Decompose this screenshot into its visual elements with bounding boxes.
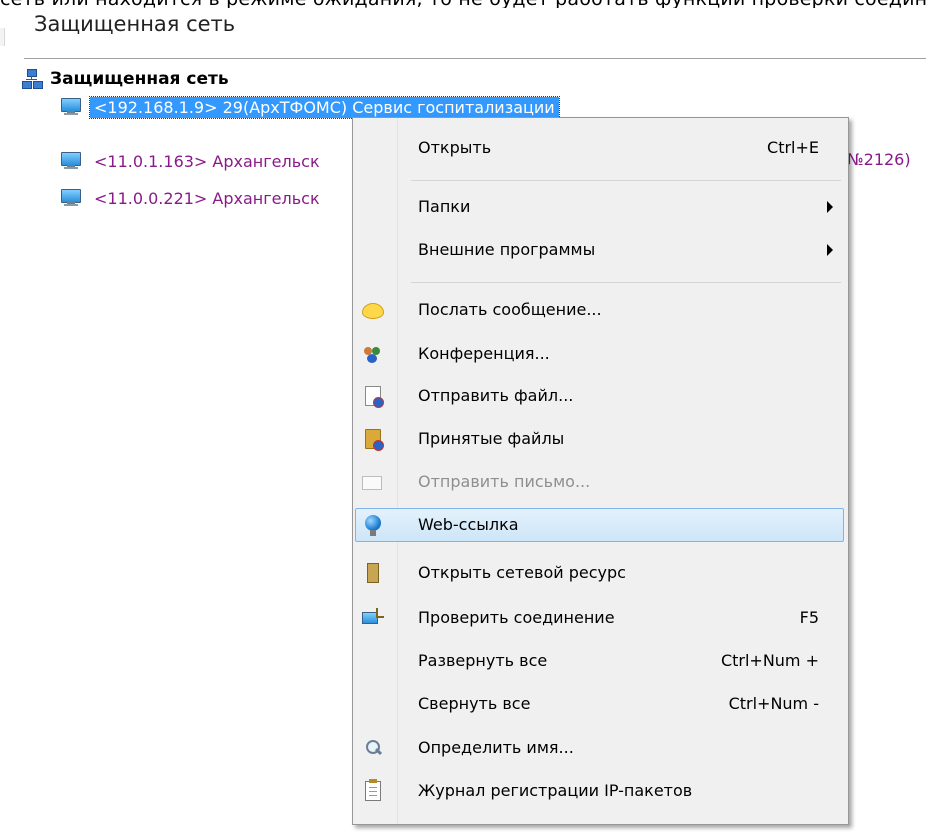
menu-item-label: Принятые файлы <box>418 429 565 448</box>
computer-icon <box>60 152 82 170</box>
menu-item-shortcut: Ctrl+E <box>767 138 819 157</box>
tree-item-label: <11.0.0.221> Архангельск <box>94 188 320 208</box>
menu-item-label: Папки <box>418 197 471 216</box>
submenu-arrow-icon <box>827 244 833 256</box>
menu-item-shortcut: Ctrl+Num - <box>728 694 819 713</box>
computer-icon <box>60 98 82 116</box>
menu-item-open-network-resource[interactable]: Открыть сетевой ресурс <box>356 557 841 589</box>
menu-item-web-link[interactable]: Web-ссылка <box>355 508 844 542</box>
send-file-icon <box>365 386 384 408</box>
received-files-icon <box>365 429 384 451</box>
pane-divider <box>24 58 926 59</box>
menu-item-label: Открыть сетевой ресурс <box>418 563 626 582</box>
menu-item-ip-packet-log[interactable]: Журнал регистрации IP-пакетов <box>356 775 841 807</box>
menu-item-open[interactable]: Открыть Ctrl+E <box>356 132 841 164</box>
left-panel-edge <box>0 28 5 46</box>
menu-item-label: Отправить файл... <box>418 386 574 405</box>
tree-item-peek-text: №2126) <box>847 150 911 169</box>
people-icon <box>362 344 384 364</box>
menu-item-collapse-all[interactable]: Свернуть все Ctrl+Num - <box>356 688 841 720</box>
menu-item-label: Отправить письмо... <box>418 472 591 491</box>
menu-item-label: Проверить соединение <box>418 608 615 627</box>
menu-separator <box>411 282 841 283</box>
menu-item-label: Свернуть все <box>418 694 531 713</box>
network-icon <box>22 69 43 89</box>
mail-icon <box>362 476 382 490</box>
tree-item-192-168-1-9[interactable]: <192.168.1.9> 29(АрхТФОМС) Сервис госпит… <box>60 95 560 119</box>
menu-item-label: Открыть <box>418 138 492 157</box>
tree-root[interactable]: Защищенная сеть <box>22 67 229 91</box>
menu-item-label: Развернуть все <box>418 651 548 670</box>
menu-item-send-message[interactable]: Послать сообщение... <box>356 294 841 326</box>
network-share-icon <box>367 563 379 583</box>
computer-icon <box>60 189 82 207</box>
menu-item-send-file[interactable]: Отправить файл... <box>356 380 841 412</box>
menu-item-received-files[interactable]: Принятые файлы <box>356 423 841 455</box>
menu-item-resolve-name[interactable]: Определить имя... <box>356 732 841 764</box>
magnifier-icon <box>362 738 384 758</box>
pane-title: Защищенная сеть <box>34 12 236 36</box>
tree-item-11-0-0-221[interactable]: <11.0.0.221> Архангельск <box>60 186 324 210</box>
menu-item-label: Web-ссылка <box>418 515 519 534</box>
menu-item-folders[interactable]: Папки <box>356 191 841 223</box>
menu-item-label: Журнал регистрации IP-пакетов <box>418 781 693 800</box>
tree-item-label: <192.168.1.9> 29(АрхТФОМС) Сервис госпит… <box>89 95 560 119</box>
tree-root-label: Защищенная сеть <box>50 69 229 89</box>
menu-item-conference[interactable]: Конференция... <box>356 338 841 370</box>
context-menu: Открыть Ctrl+E Папки Внешние программы П… <box>352 117 849 825</box>
check-connection-icon <box>362 608 384 628</box>
menu-item-label: Конференция... <box>418 344 550 363</box>
menu-item-external-programs[interactable]: Внешние программы <box>356 234 841 266</box>
menu-item-shortcut: F5 <box>799 608 819 627</box>
menu-item-shortcut: Ctrl+Num + <box>720 651 819 670</box>
globe-icon <box>365 515 381 536</box>
menu-item-check-connection[interactable]: Проверить соединение F5 <box>356 602 841 634</box>
tree-item-11-0-1-163[interactable]: <11.0.1.163> Архангельск <box>60 149 324 173</box>
clipboard-icon <box>365 779 381 801</box>
menu-item-label: Внешние программы <box>418 240 596 259</box>
menu-separator <box>411 180 841 181</box>
top-clipped-text: сеть или находится в режиме ожидания, то… <box>0 0 926 8</box>
tree-item-label: <11.0.1.163> Архангельск <box>94 151 320 171</box>
speech-bubble-icon <box>362 303 384 319</box>
menu-item-send-mail: Отправить письмо... <box>356 466 841 498</box>
menu-item-label: Определить имя... <box>418 738 574 757</box>
submenu-arrow-icon <box>827 201 833 213</box>
menu-item-expand-all[interactable]: Развернуть все Ctrl+Num + <box>356 645 841 677</box>
menu-item-label: Послать сообщение... <box>418 300 602 319</box>
